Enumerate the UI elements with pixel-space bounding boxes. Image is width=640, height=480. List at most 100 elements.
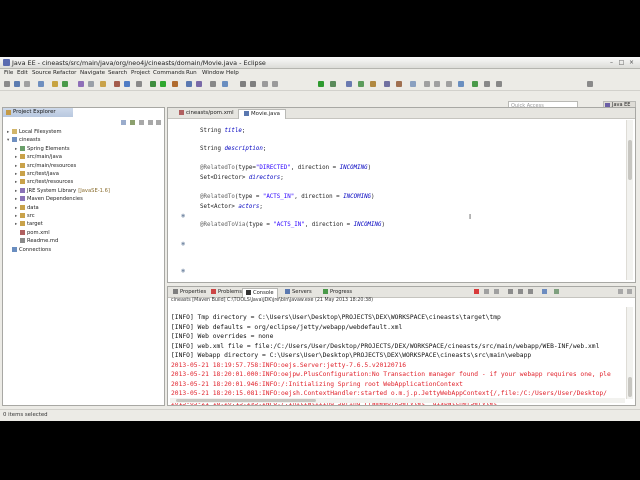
new-class-icon[interactable] [186, 81, 192, 87]
tree-item[interactable]: Readme.md [15, 237, 58, 245]
open-console-icon[interactable] [496, 81, 502, 87]
console-tab-problems[interactable]: Problems [208, 288, 245, 297]
new-java-project-icon[interactable] [346, 81, 352, 87]
menu-window[interactable]: Window [202, 70, 224, 76]
menu-navigate[interactable]: Navigate [80, 70, 105, 76]
maximize-view-icon[interactable] [156, 120, 161, 125]
pin-icon[interactable] [484, 81, 490, 87]
print-icon[interactable] [38, 81, 44, 87]
maximize-console-icon[interactable] [627, 289, 632, 294]
run-icon[interactable] [160, 81, 166, 87]
run-last-icon[interactable] [330, 81, 336, 87]
tree-item[interactable]: ▸ src/test/resources [15, 178, 73, 186]
menu-help[interactable]: Help [226, 70, 239, 76]
editor-vertical-scrollbar[interactable] [626, 120, 633, 280]
tree-item[interactable]: ▸ Local Filesystem [7, 128, 62, 136]
console-horizontal-scrollbar[interactable] [170, 398, 625, 403]
run-server-icon[interactable] [62, 81, 68, 87]
console-tab-properties[interactable]: Properties [170, 288, 209, 297]
next-annotation-icon[interactable] [250, 81, 256, 87]
menu-run[interactable]: Run [186, 70, 197, 76]
minimize-console-icon[interactable] [618, 289, 623, 294]
server-icon[interactable] [52, 81, 58, 87]
remove-all-icon[interactable] [494, 289, 499, 294]
coffee-icon[interactable] [114, 81, 120, 87]
filter-icon[interactable] [136, 81, 142, 87]
clear-console-icon[interactable] [508, 289, 513, 294]
back-icon[interactable] [262, 81, 268, 87]
new-package-icon[interactable] [358, 81, 364, 87]
tree-item-label: Connections [19, 246, 52, 253]
last-edit-icon[interactable] [424, 81, 430, 87]
collapse-all-icon[interactable] [121, 120, 126, 125]
scrollbar-thumb[interactable] [628, 140, 632, 180]
open-perspective-icon[interactable] [384, 81, 390, 87]
link-editor-icon[interactable] [130, 120, 135, 125]
console-hscroll-thumb[interactable] [176, 399, 316, 402]
console-vertical-scrollbar[interactable] [626, 307, 633, 399]
editor-tab[interactable]: cineasts/pom.xml [174, 109, 239, 118]
menu-source[interactable]: Source [32, 70, 51, 76]
refresh-icon[interactable] [458, 81, 464, 87]
tree-item[interactable]: ▸ Maven Dependencies [15, 195, 83, 203]
pin-console-icon[interactable] [528, 289, 533, 294]
package-icon[interactable] [124, 81, 130, 87]
tree-item[interactable]: pom.xml [15, 229, 50, 237]
scroll-lock-icon[interactable] [518, 289, 523, 294]
tree-item[interactable]: ▸ src/test/java [15, 170, 59, 178]
tree-item[interactable]: ▸ src/main/resources [15, 162, 76, 170]
web-browser-icon[interactable] [222, 81, 228, 87]
new-icon[interactable] [4, 81, 10, 87]
code-token: (type = [234, 194, 263, 200]
tree-item[interactable]: ▸ Spring Elements [15, 145, 70, 153]
tree-item[interactable]: Connections [7, 246, 51, 254]
search-icon[interactable] [88, 81, 94, 87]
remove-launch-icon[interactable] [484, 289, 489, 294]
close-icon[interactable]: × [628, 59, 635, 66]
menu-commands[interactable]: Commands [153, 70, 185, 76]
tree-item[interactable]: ▾ cineasts [7, 136, 40, 144]
console-tab-servers[interactable]: Servers [282, 288, 315, 297]
menu-file[interactable]: File [4, 70, 13, 76]
menu-search[interactable]: Search [108, 70, 127, 76]
new-interface-icon[interactable] [196, 81, 202, 87]
tree-item[interactable]: ▸ src/main/java [15, 153, 62, 161]
tree-item[interactable]: ▸ data [15, 204, 39, 212]
run-icon-2[interactable] [318, 81, 324, 87]
minimize-icon[interactable]: – [608, 59, 615, 66]
project-explorer-tab[interactable]: Project Explorer [3, 108, 73, 117]
edit-icon[interactable] [396, 81, 402, 87]
console-tab-console[interactable]: Console [242, 288, 278, 298]
open-type-icon[interactable] [78, 81, 84, 87]
menu-edit[interactable]: Edit [17, 70, 28, 76]
save-icon[interactable] [14, 81, 20, 87]
tree-item[interactable]: ▸ JRE System Library [JavaSE-1.6] [15, 187, 110, 195]
nav-forward-icon[interactable] [446, 81, 452, 87]
menu-project[interactable]: Project [131, 70, 150, 76]
view-menu-icon[interactable] [139, 120, 144, 125]
editor-tab[interactable]: Movie.java [238, 109, 286, 119]
debug-icon[interactable] [150, 81, 156, 87]
display-console-icon[interactable] [542, 289, 547, 294]
tree-node-icon [20, 171, 25, 176]
toggle-mark-icon[interactable] [410, 81, 416, 87]
save-all-icon[interactable] [24, 81, 30, 87]
maven-icon[interactable] [472, 81, 478, 87]
open-perspective-button[interactable] [587, 81, 593, 87]
forward-icon[interactable] [272, 81, 278, 87]
prev-annotation-icon[interactable] [240, 81, 246, 87]
menu-refactor[interactable]: Refactor [53, 70, 76, 76]
tree-item[interactable]: ▸ target [15, 220, 43, 228]
external-tools-icon[interactable] [172, 81, 178, 87]
console-tab-progress[interactable]: Progress [320, 288, 355, 297]
tree-item[interactable]: ▸ src [15, 212, 35, 220]
open-console-icon[interactable] [554, 289, 559, 294]
terminate-icon[interactable] [474, 289, 479, 294]
folder-icon[interactable] [100, 81, 106, 87]
maximize-icon[interactable]: □ [618, 59, 625, 66]
new-class-icon-2[interactable] [370, 81, 376, 87]
console-scrollbar-thumb[interactable] [628, 377, 632, 397]
nav-back-icon[interactable] [434, 81, 440, 87]
open-task-icon[interactable] [210, 81, 216, 87]
minimize-view-icon[interactable] [148, 120, 153, 125]
